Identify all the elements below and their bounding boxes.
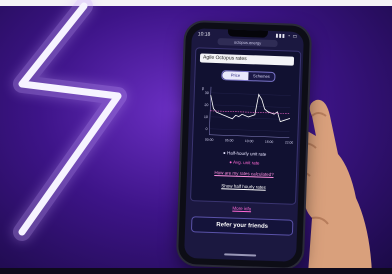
- chart-gridline: [209, 116, 290, 120]
- show-rates-link[interactable]: Show half hourly rates: [195, 182, 291, 190]
- refer-friends-button[interactable]: Refer your friends: [190, 216, 294, 236]
- chart-x-tick: 10:00: [245, 139, 254, 143]
- chart-x-tick: 00:00: [205, 138, 214, 142]
- phone-screen: 10:18 ▮▮▮ ◔ ▭ octopus.energy Agile Octop…: [184, 28, 304, 262]
- photo-frame-bottom: [0, 268, 392, 274]
- smartphone: 10:18 ▮▮▮ ◔ ▭ octopus.energy Agile Octop…: [177, 21, 311, 269]
- rates-panel: Agile Octopus rates Price Schemes p 30 20 1…: [190, 47, 302, 205]
- tariff-select[interactable]: Agile Octopus rates: [199, 53, 295, 66]
- chart-series-avg: [210, 110, 291, 114]
- chart-x-tick: 22:00: [285, 140, 294, 144]
- legend-avg-label: Avg. unit rate: [232, 159, 260, 166]
- chart-y-tick: 20: [204, 103, 208, 107]
- toggle-schemes[interactable]: Schemes: [248, 72, 274, 81]
- signal-icon: ▮▮▮ ◔ ▭: [275, 33, 298, 40]
- rate-chart: p30 20 10 0 00:00 05:00 10:00 16:00 22:00: [202, 85, 294, 144]
- legend-half-hourly: ● Half-hourly unit rate: [223, 150, 267, 157]
- chart-y-tick: 0: [205, 127, 207, 131]
- chart-gridline: [209, 128, 290, 132]
- more-info-link[interactable]: More info: [190, 204, 294, 213]
- chart-x-axis: [209, 134, 290, 138]
- view-toggle[interactable]: Price Schemes: [221, 70, 276, 83]
- url-bar[interactable]: octopus.energy: [217, 38, 278, 48]
- legend-avg: ● Avg. unit rate: [229, 159, 260, 166]
- chart-y-tick: 30: [205, 91, 209, 95]
- photo-scene: 10:18 ▮▮▮ ◔ ▭ octopus.energy Agile Octop…: [0, 0, 392, 274]
- home-indicator: [224, 253, 257, 257]
- phone-notch: [227, 29, 269, 38]
- chart-x-tick: 05:00: [225, 138, 234, 142]
- chart-y-label: p: [202, 85, 205, 90]
- chart-gridline: [210, 92, 291, 96]
- chart-gridline: [210, 104, 291, 108]
- status-time: 10:18: [197, 31, 211, 38]
- legend-half-hourly-label: Half-hourly unit rate: [226, 150, 267, 157]
- chart-series-half-hourly: [210, 93, 291, 123]
- chart-x-tick: 16:00: [265, 140, 274, 144]
- chart-y-tick: 10: [204, 115, 208, 119]
- toggle-price[interactable]: Price: [222, 71, 249, 81]
- rates-calculated-link[interactable]: How are my rates calculated?: [196, 169, 292, 177]
